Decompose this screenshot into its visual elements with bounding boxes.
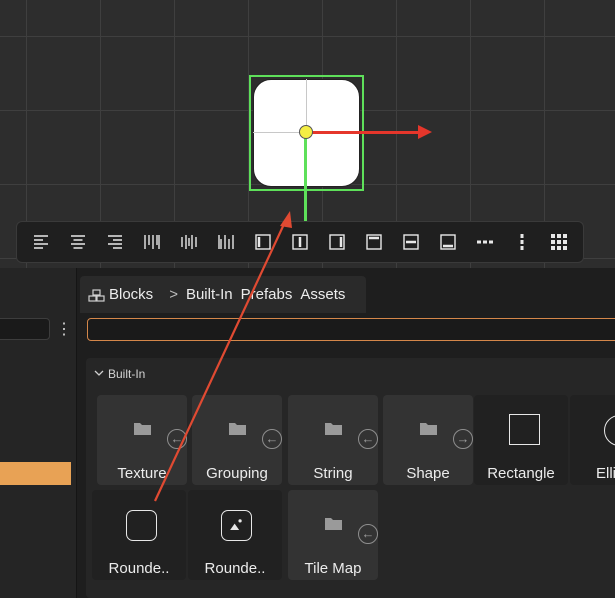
distribute-center-icon	[181, 235, 197, 249]
align-right-icon	[108, 235, 123, 249]
block-tile-string[interactable]: ← String	[288, 395, 378, 485]
breadcrumb-separator: >	[169, 286, 178, 303]
align-h-center-button[interactable]	[282, 226, 319, 258]
distribute-left-button[interactable]	[134, 226, 171, 258]
breadcrumb-root[interactable]: Blocks	[109, 286, 153, 303]
pivot-handle[interactable]	[299, 125, 313, 139]
block-tile-texture[interactable]: ← Texture	[97, 395, 187, 485]
block-tile-tile-map[interactable]: ← Tile Map	[288, 490, 378, 580]
breadcrumb-assets[interactable]: Assets	[300, 286, 345, 303]
blocks-icon	[88, 287, 106, 303]
tile-label: Rectangle	[487, 465, 555, 482]
search-input[interactable]	[87, 318, 615, 341]
folder-icon	[229, 423, 246, 435]
grid-icon	[550, 234, 567, 250]
align-v-center-icon	[403, 234, 419, 250]
block-tile-ellipse[interactable]: Elli	[570, 395, 615, 485]
align-h-center-icon	[292, 234, 308, 250]
align-right-edge-icon	[329, 234, 345, 250]
tile-label: Rounde..	[108, 560, 170, 577]
section-header-built-in[interactable]: Built-In	[94, 366, 145, 382]
align-left-button[interactable]	[23, 226, 60, 258]
tile-label: String	[313, 465, 353, 482]
tile-label: Rounde..	[204, 560, 266, 577]
align-left-edge-icon	[255, 234, 271, 250]
rounded-image-icon	[221, 510, 252, 541]
block-tile-shape[interactable]: → Shape	[383, 395, 473, 485]
ellipse-icon	[604, 415, 615, 446]
arrow-left-icon: ←	[167, 429, 187, 449]
folder-icon	[325, 423, 342, 435]
block-tile-rectangle[interactable]: Rectangle	[474, 395, 568, 485]
align-center-icon	[71, 235, 86, 249]
align-bottom-edge-icon	[440, 234, 456, 250]
alignment-toolbar	[16, 221, 584, 263]
folder-icon	[134, 423, 151, 435]
align-top-edge-icon	[366, 234, 382, 250]
chevron-down-icon	[94, 368, 104, 381]
breadcrumb-built-in[interactable]: Built-In	[186, 286, 233, 303]
y-axis-handle[interactable]	[304, 132, 307, 222]
x-axis-handle[interactable]	[306, 131, 420, 134]
arrow-left-icon: ←	[358, 524, 378, 544]
folder-icon	[420, 423, 437, 435]
tile-label: Elli	[596, 465, 615, 482]
distribute-center-button[interactable]	[171, 226, 208, 258]
block-tile-rounded-image[interactable]: Rounde..	[188, 490, 282, 580]
distribute-left-icon	[144, 235, 160, 249]
left-panel-input[interactable]	[0, 318, 50, 340]
arrow-right-icon: →	[453, 429, 473, 449]
x-axis-arrow-icon[interactable]	[418, 125, 432, 139]
horizontal-dots-icon	[476, 240, 493, 244]
distribute-right-button[interactable]	[208, 226, 245, 258]
block-tile-rounded-rectangle[interactable]: Rounde..	[92, 490, 186, 580]
rounded-rect-icon	[126, 510, 157, 541]
tile-label: Texture	[117, 465, 167, 482]
vertical-dots-icon	[520, 234, 524, 250]
align-v-center-button[interactable]	[392, 226, 429, 258]
align-right-button[interactable]	[97, 226, 134, 258]
tile-label: Grouping	[206, 465, 268, 482]
kebab-menu-icon[interactable]: ⋮	[56, 320, 72, 340]
align-bottom-edge-button[interactable]	[429, 226, 466, 258]
breadcrumb-prefabs[interactable]: Prefabs	[241, 286, 293, 303]
rectangle-icon	[509, 414, 540, 445]
folder-icon	[325, 518, 342, 530]
align-right-edge-button[interactable]	[319, 226, 356, 258]
horizontal-dots-button[interactable]	[466, 226, 503, 258]
arrow-left-icon: ←	[262, 429, 282, 449]
distribute-right-icon	[218, 235, 234, 249]
align-center-button[interactable]	[60, 226, 97, 258]
align-left-edge-button[interactable]	[245, 226, 282, 258]
align-left-icon	[34, 235, 49, 249]
breadcrumb: Blocks > Built-In Prefabs Assets	[80, 276, 366, 313]
block-tile-grouping[interactable]: ← Grouping	[192, 395, 282, 485]
selected-list-item[interactable]	[0, 462, 71, 485]
grid-button[interactable]	[540, 226, 577, 258]
arrow-left-icon: ←	[358, 429, 378, 449]
align-top-edge-button[interactable]	[355, 226, 392, 258]
vertical-dots-button[interactable]	[503, 226, 540, 258]
tile-label: Tile Map	[304, 560, 362, 577]
tile-label: Shape	[406, 465, 450, 482]
section-title: Built-In	[108, 367, 146, 381]
